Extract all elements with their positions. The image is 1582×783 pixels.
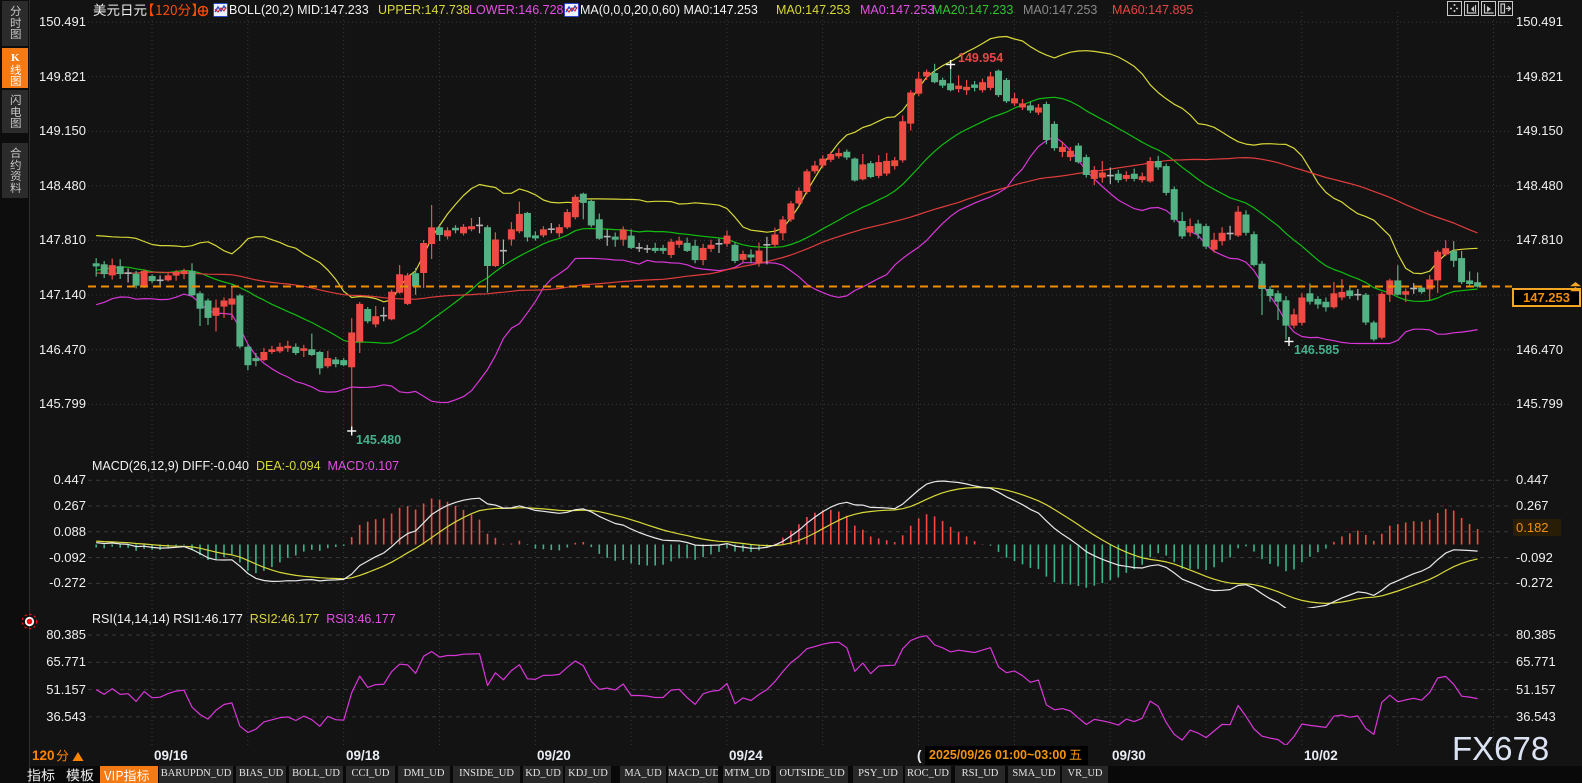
svg-text:145.480: 145.480 [356, 433, 401, 447]
svg-text:149.954: 149.954 [958, 51, 1003, 65]
svg-text:146.585: 146.585 [1294, 343, 1339, 357]
